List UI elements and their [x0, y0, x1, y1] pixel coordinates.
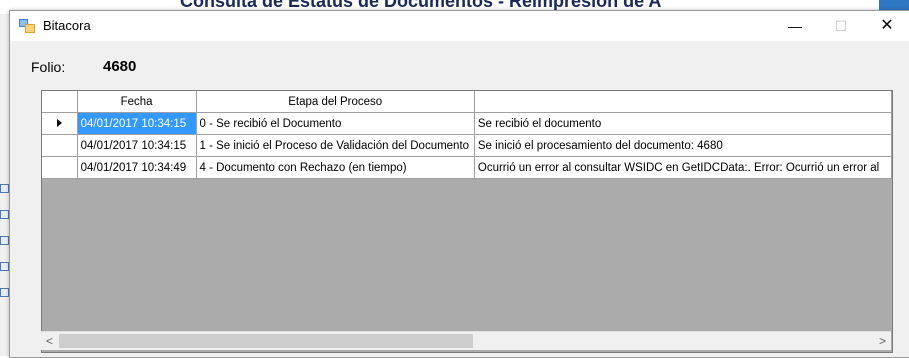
cell-etapa[interactable]: 4 - Documento con Rechazo (en tiempo)	[196, 156, 475, 179]
grid-corner-header[interactable]	[42, 91, 78, 113]
application-icon	[19, 19, 35, 33]
maximize-button[interactable]: ☐	[818, 11, 864, 41]
background-marker	[0, 288, 9, 297]
current-row-arrow-icon	[56, 119, 62, 128]
cell-fecha[interactable]: 04/01/2017 10:34:15	[77, 134, 197, 157]
horizontal-scrollbar[interactable]: < >	[41, 331, 891, 350]
background-marker	[0, 236, 9, 245]
column-header-detalle[interactable]	[474, 91, 892, 113]
cell-detalle[interactable]: Se inició el procesamiento del documento…	[474, 134, 892, 157]
table-row[interactable]: 04/01/2017 10:34:49 4 - Documento con Re…	[42, 156, 892, 179]
background-marker	[0, 262, 9, 271]
close-button[interactable]: ✕	[864, 11, 909, 41]
title-bar[interactable]: Bitacora — ☐ ✕	[10, 11, 909, 41]
column-header-fecha[interactable]: Fecha	[77, 91, 197, 113]
row-header[interactable]	[42, 112, 78, 135]
folio-value: 4680	[103, 58, 137, 75]
scrollbar-thumb[interactable]	[59, 334, 473, 348]
cell-etapa[interactable]: 0 - Se recibió el Documento	[196, 112, 475, 135]
table-row[interactable]: 04/01/2017 10:34:15 0 - Se recibió el Do…	[42, 112, 892, 135]
scroll-left-button[interactable]: <	[41, 332, 58, 350]
background-marker	[0, 210, 9, 219]
cell-detalle[interactable]: Ocurrió un error al consultar WSIDC en G…	[474, 156, 892, 179]
minimize-button[interactable]: —	[772, 11, 818, 41]
cell-detalle[interactable]: Se recibió el documento	[474, 112, 892, 135]
scroll-right-button[interactable]: >	[874, 332, 891, 350]
cell-etapa[interactable]: 1 - Se inició el Proceso de Validación d…	[196, 134, 475, 157]
grid-header-row: Fecha Etapa del Proceso	[42, 91, 892, 113]
bitacora-grid[interactable]: Fecha Etapa del Proceso 04/01/2017 10:34…	[41, 90, 893, 353]
cell-fecha[interactable]: 04/01/2017 10:34:15	[77, 112, 197, 135]
bitacora-window: Bitacora — ☐ ✕ Folio: 4680 Fecha Etapa d…	[9, 10, 909, 358]
row-header[interactable]	[42, 134, 78, 157]
folio-label: Folio:	[31, 59, 66, 75]
background-marker	[0, 184, 9, 193]
background-window-control	[879, 0, 909, 10]
column-header-etapa[interactable]: Etapa del Proceso	[196, 91, 475, 113]
window-title: Bitacora	[43, 18, 91, 33]
row-header[interactable]	[42, 156, 78, 179]
table-row[interactable]: 04/01/2017 10:34:15 1 - Se inició el Pro…	[42, 134, 892, 157]
cell-fecha[interactable]: 04/01/2017 10:34:49	[77, 156, 197, 179]
